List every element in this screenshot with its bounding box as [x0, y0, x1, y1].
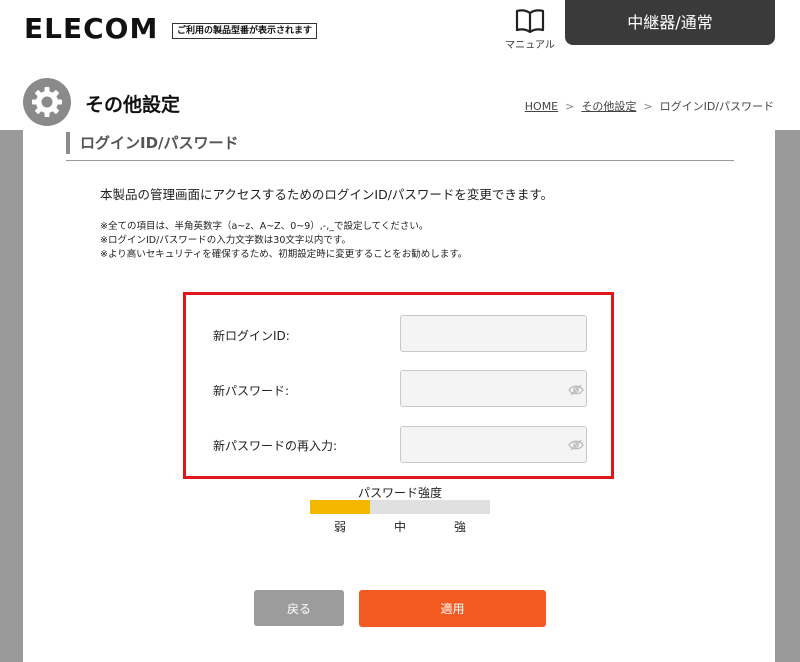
section-description: 本製品の管理画面にアクセスするためのログインID/パスワードを変更できます。: [100, 187, 554, 202]
breadcrumb-separator: >: [565, 100, 575, 113]
section-divider: [66, 160, 734, 161]
back-button[interactable]: 戻る: [254, 590, 344, 626]
new-login-id-input[interactable]: [400, 315, 587, 352]
section-title: ログインID/パスワード: [66, 132, 239, 154]
manual-label: マニュアル: [505, 40, 555, 51]
strength-level-strong: 強: [453, 520, 466, 534]
manual-button[interactable]: マニュアル: [500, 8, 560, 51]
breadcrumb-other-settings[interactable]: その他設定: [581, 100, 636, 113]
confirm-password-label: 新パスワードの再入力:: [213, 439, 338, 453]
password-strength-label: パスワード強度: [357, 486, 442, 500]
mode-tab[interactable]: 中継器/通常: [565, 0, 775, 45]
eye-slash-icon[interactable]: [568, 384, 584, 396]
breadcrumb: HOME > その他設定 > ログインID/パスワード: [525, 98, 774, 114]
elecom-logo: ELECOM: [24, 12, 159, 45]
new-login-id-label: 新ログインID:: [213, 329, 290, 343]
model-number-note: ご利用の製品型番が表示されます: [172, 23, 318, 39]
password-strength-meter: [310, 500, 490, 514]
gear-icon: [32, 87, 62, 117]
section-notes: ※全ての項目は、半角英数字（a~z、A~Z、0~9）,-,_で設定してください。…: [100, 220, 467, 262]
breadcrumb-home[interactable]: HOME: [525, 100, 558, 113]
note-line: ※全ての項目は、半角英数字（a~z、A~Z、0~9）,-,_で設定してください。: [100, 221, 429, 232]
password-strength-fill: [310, 500, 370, 514]
breadcrumb-current: ログインID/パスワード: [659, 100, 774, 113]
breadcrumb-separator: >: [643, 100, 653, 113]
confirm-password-input[interactable]: [400, 426, 587, 463]
page-title: その他設定: [85, 94, 181, 116]
strength-level-medium: 中: [393, 520, 406, 534]
apply-button[interactable]: 適用: [359, 590, 546, 627]
strength-level-weak: 弱: [333, 520, 346, 534]
new-password-label: 新パスワード:: [213, 384, 290, 398]
note-line: ※ログインID/パスワードの入力文字数は30文字以内です。: [100, 235, 351, 246]
eye-slash-icon[interactable]: [568, 439, 584, 451]
book-icon: [515, 9, 545, 34]
settings-badge: [23, 78, 71, 126]
note-line: ※より高いセキュリティを確保するため、初期設定時に変更することをお勧めします。: [100, 249, 468, 260]
new-password-input[interactable]: [400, 370, 587, 407]
